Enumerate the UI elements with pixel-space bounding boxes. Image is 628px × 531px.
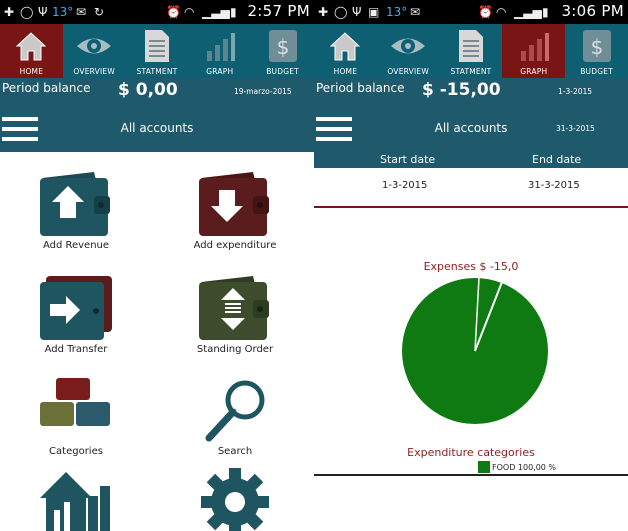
- wifi-icon: ◠: [184, 4, 195, 19]
- standing-order-button[interactable]: Standing Order: [170, 274, 300, 355]
- whatsapp-icon: ◯: [334, 4, 348, 19]
- svg-text:$: $: [276, 35, 289, 59]
- tab-bar: HOME OVERVIEW STATMENT GRAPH $ BUDGET: [0, 24, 314, 78]
- wifi-icon: ◠: [496, 4, 507, 19]
- mail-icon: ✉: [410, 4, 421, 19]
- image-icon: ▣: [368, 4, 380, 19]
- settings-button[interactable]: [170, 466, 300, 531]
- sync-icon: ↻: [94, 4, 105, 19]
- plus-icon: ✚: [4, 4, 15, 19]
- document-icon: [452, 27, 490, 65]
- tab-budget[interactable]: $ BUDGET: [251, 24, 314, 78]
- dollar-doc-icon: $: [578, 27, 616, 65]
- home-icon: [326, 27, 364, 65]
- expenses-pie-chart: [402, 277, 548, 424]
- house-chart-icon: [40, 472, 110, 531]
- status-bar: ✚ ◯ Ψ ▣ 13° ✉ ⏰ ◠ ▁▃▅ ▮ 3:06 PM: [314, 0, 628, 24]
- mail-icon: ✉: [76, 4, 87, 19]
- weather-temp: 13°: [386, 4, 408, 19]
- date-range-header: Start date End date: [314, 152, 628, 168]
- tab-bar: HOME OVERVIEW STATMENT GRAPH $ BUDGET: [314, 24, 628, 78]
- legend-swatch: [478, 461, 490, 473]
- eye-icon: [75, 27, 113, 65]
- usb-icon: Ψ: [352, 4, 362, 19]
- plus-icon: ✚: [318, 4, 329, 19]
- eye-icon: [389, 27, 427, 65]
- document-icon: [138, 27, 176, 65]
- balance-start-date: 1-3-2015: [558, 87, 593, 96]
- svg-text:$: $: [590, 35, 603, 59]
- divider: [314, 474, 628, 476]
- date-range-table: Start date End date 1-3-2015 31-3-2015: [314, 152, 628, 206]
- tab-home[interactable]: HOME: [0, 24, 63, 78]
- home-screen: ✚ ◯ Ψ 13° ✉ ↻ ⏰ ◠ ▁▃▅ ▮ 2:57 PM HOME OVE…: [0, 0, 314, 531]
- alarm-icon: ⏰: [478, 4, 493, 19]
- legend-title: Expenditure categories: [407, 446, 535, 459]
- tab-budget[interactable]: $ BUDGET: [565, 24, 628, 78]
- tab-statment[interactable]: STATMENT: [126, 24, 189, 78]
- date-range-row: 1-3-2015 31-3-2015: [334, 168, 614, 204]
- home-icon: [12, 27, 50, 65]
- clock: 2:57 PM: [247, 2, 310, 20]
- period-balance-value: $ 0,00: [118, 80, 178, 100]
- graph-screen: ✚ ◯ Ψ ▣ 13° ✉ ⏰ ◠ ▁▃▅ ▮ 3:06 PM HOME OVE…: [314, 0, 628, 531]
- legend-label: FOOD 100,00 %: [492, 462, 557, 472]
- start-date-value[interactable]: 1-3-2015: [382, 180, 427, 191]
- magnifier-icon: [205, 380, 265, 442]
- weather-temp: 13°: [52, 4, 74, 19]
- tab-overview[interactable]: OVERVIEW: [377, 24, 440, 78]
- alarm-icon: ⏰: [166, 4, 181, 19]
- balance-end-date: 31-3-2015: [556, 124, 595, 133]
- balance-date: 19-marzo-2015: [234, 87, 292, 96]
- balance-bar: Period balance $ 0,00 19-marzo-2015 All …: [0, 78, 314, 152]
- battery-icon: ▮: [230, 4, 237, 19]
- bar-graph-icon: [515, 27, 553, 65]
- chart-title: Expenses $ -15,0: [423, 260, 519, 273]
- wallet-down-arrow-icon: [199, 172, 269, 236]
- wallet-right-arrow-icon: [40, 276, 112, 340]
- clock: 3:06 PM: [561, 2, 624, 20]
- legend-item: FOOD 100,00 %: [478, 460, 556, 474]
- wallet-up-arrow-icon: [40, 172, 110, 236]
- reports-button[interactable]: [11, 466, 141, 531]
- tab-graph[interactable]: GRAPH: [188, 24, 251, 78]
- categories-button[interactable]: Categories: [11, 376, 141, 457]
- period-balance-label: Period balance: [2, 81, 91, 95]
- usb-icon: Ψ: [38, 4, 48, 19]
- end-date-header: End date: [532, 153, 582, 166]
- tab-graph[interactable]: GRAPH: [502, 24, 566, 78]
- tab-home[interactable]: HOME: [314, 24, 377, 78]
- tab-overview[interactable]: OVERVIEW: [63, 24, 126, 78]
- gear-icon: [201, 468, 269, 531]
- period-balance-label: Period balance: [316, 81, 405, 95]
- add-transfer-button[interactable]: Add Transfer: [11, 274, 141, 355]
- period-balance-value: $ -15,00: [422, 80, 501, 100]
- start-date-header: Start date: [380, 153, 436, 166]
- battery-icon: ▮: [542, 4, 549, 19]
- divider: [314, 206, 628, 208]
- whatsapp-icon: ◯: [20, 4, 34, 19]
- balance-bar: Period balance $ -15,00 1-3-2015 All acc…: [314, 78, 628, 152]
- signal-icon: ▁▃▅: [514, 4, 542, 19]
- end-date-value[interactable]: 31-3-2015: [528, 180, 580, 191]
- signal-icon: ▁▃▅: [202, 4, 230, 19]
- tab-statment[interactable]: STATMENT: [440, 24, 503, 78]
- search-button[interactable]: Search: [170, 376, 300, 457]
- add-revenue-button[interactable]: Add Revenue: [11, 170, 141, 251]
- bar-graph-icon: [201, 27, 239, 65]
- blocks-icon: [40, 378, 110, 426]
- status-bar: ✚ ◯ Ψ 13° ✉ ↻ ⏰ ◠ ▁▃▅ ▮ 2:57 PM: [0, 0, 314, 24]
- add-expenditure-button[interactable]: Add expenditure: [170, 170, 300, 251]
- wallet-exchange-icon: [199, 276, 269, 340]
- accounts-selector[interactable]: All accounts: [0, 121, 314, 135]
- dollar-doc-icon: $: [264, 27, 302, 65]
